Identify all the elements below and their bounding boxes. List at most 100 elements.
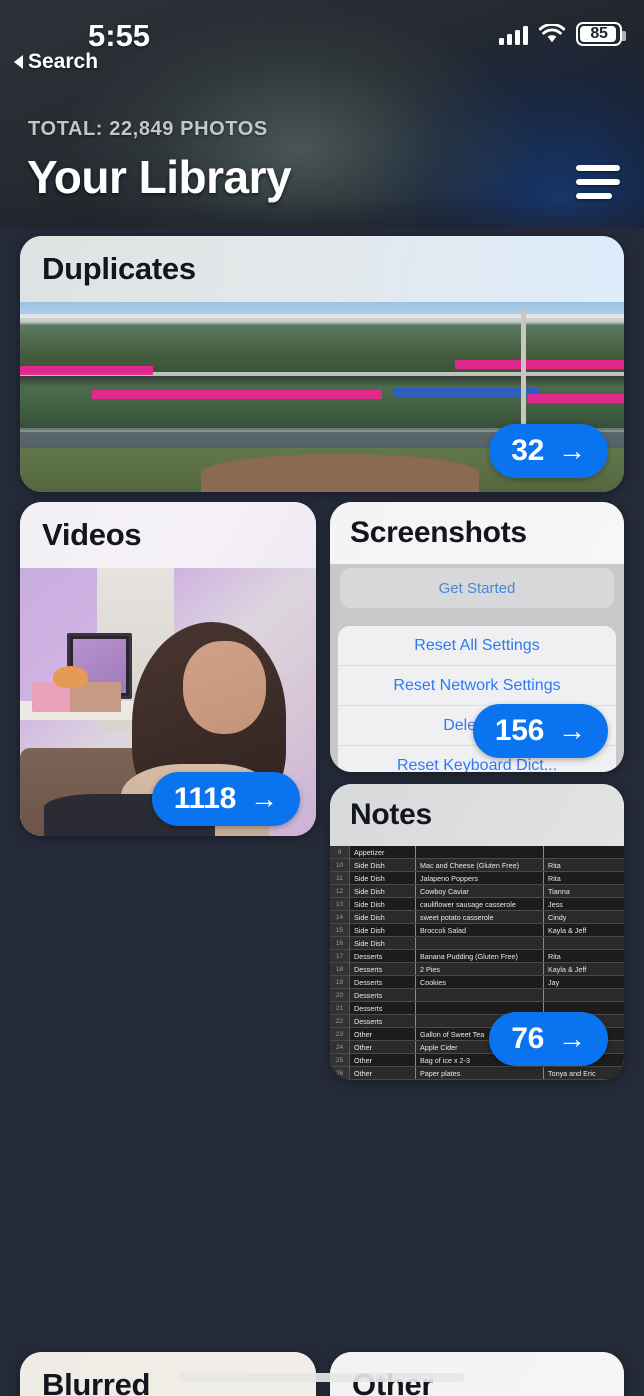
- card-thumbnail-videos: 1118 →: [20, 568, 316, 836]
- notes-cell-a: Side Dish: [350, 898, 416, 910]
- card-badge-duplicates[interactable]: 32 →: [489, 424, 608, 478]
- notes-table-row: 13 Side Dish cauliflower sausage casserole…: [330, 898, 624, 911]
- notes-cell-b: 2 Pies: [416, 963, 544, 975]
- card-badge-videos[interactable]: 1118 →: [151, 772, 300, 826]
- app-screen: 5:55 85 Search TOTAL: 22,849 PHOTOS Your…: [0, 0, 644, 1396]
- card-title-videos: Videos: [20, 502, 316, 568]
- card-badge-screenshots[interactable]: 156 →: [472, 704, 608, 758]
- notes-cell-c: [544, 937, 624, 949]
- card-videos[interactable]: Videos 1118 →: [20, 502, 316, 836]
- notes-cell-b: cauliflower sausage casserole: [416, 898, 544, 910]
- notes-cell-n: 14: [330, 911, 350, 923]
- notes-table-row: 12 Side Dish Cowboy Caviar Tianna: [330, 885, 624, 898]
- notes-cell-c: Tonya and Eric: [548, 1068, 596, 1078]
- card-badge-notes[interactable]: 76 →: [489, 1012, 608, 1066]
- notes-cell-a: Desserts: [350, 989, 416, 1001]
- notes-cell-b: Jalapeno Poppers: [416, 872, 544, 884]
- status-indicators: 85: [499, 22, 626, 46]
- back-to-search-button[interactable]: Search: [14, 50, 98, 74]
- notes-table-row: 11 Side Dish Jalapeno Poppers Rita: [330, 872, 624, 885]
- notes-cell-n: 9: [330, 846, 350, 858]
- arrow-right-icon: →: [558, 1023, 586, 1054]
- notes-cell-n: 11: [330, 872, 350, 884]
- notes-cell-n: 18: [330, 963, 350, 975]
- notes-cell-b: [416, 989, 544, 1001]
- notes-cell-a: Desserts: [350, 950, 416, 962]
- notes-cell-c: [544, 846, 624, 858]
- notes-cell-n: 24: [330, 1041, 350, 1053]
- notes-cell-c: Jess: [548, 899, 563, 909]
- notes-table-row: 20 Desserts: [330, 989, 624, 1002]
- notes-cell-c: Rita: [548, 860, 561, 870]
- hamburger-menu-icon[interactable]: [576, 162, 620, 202]
- screenshot-get-started-row: Get Started: [340, 568, 614, 608]
- notes-table-row: 16 Side Dish: [330, 937, 624, 950]
- notes-cell-n: 15: [330, 924, 350, 936]
- notes-cell-a: Desserts: [350, 1002, 416, 1014]
- notes-table-row: 26 Other Paper plates Tonya and Eric: [330, 1067, 624, 1080]
- notes-cell-a: Side Dish: [350, 872, 416, 884]
- notes-table-row: 15 Side Dish Broccoli Salad Kayla & Jeff: [330, 924, 624, 937]
- cellular-signal-icon: [499, 23, 528, 45]
- notes-cell-b: [416, 846, 544, 858]
- notes-cell-n: 10: [330, 859, 350, 871]
- notes-cell-b: Paper plates: [416, 1067, 544, 1079]
- screenshot-row: Reset Network Settings: [338, 666, 616, 706]
- status-time: 5:55: [88, 18, 151, 53]
- card-count-screenshots: 156: [494, 714, 544, 747]
- notes-cell-c: Tianna: [548, 886, 570, 896]
- notes-cell-a: Other: [350, 1028, 416, 1040]
- notes-cell-b: Cookies: [416, 976, 544, 988]
- notes-cell-n: 22: [330, 1015, 350, 1027]
- wifi-icon: [539, 24, 565, 44]
- notes-cell-a: Side Dish: [350, 911, 416, 923]
- notes-cell-a: Desserts: [350, 976, 416, 988]
- notes-table-row: 10 Side Dish Mac and Cheese (Gluten Free) R…: [330, 859, 624, 872]
- notes-cell-c: Rita: [548, 951, 561, 961]
- card-thumbnail-screenshots: Get Started Reset All Settings Reset Net…: [330, 564, 624, 772]
- notes-table-row: 14 Side Dish sweet potato casserole Cindy: [330, 911, 624, 924]
- notes-cell-b: [416, 937, 544, 949]
- notes-table-row: 17 Desserts Banana Pudding (Gluten Free) Ri…: [330, 950, 624, 963]
- notes-cell-c: Kayla & Jeff: [548, 964, 587, 974]
- notes-cell-n: 16: [330, 937, 350, 949]
- page-title: Your Library: [27, 151, 292, 203]
- notes-cell-a: Other: [350, 1041, 416, 1053]
- card-count-notes: 76: [511, 1022, 544, 1055]
- arrow-right-icon: →: [558, 715, 586, 746]
- back-to-search-label: Search: [28, 50, 99, 73]
- card-screenshots[interactable]: Screenshots Get Started Reset All Settin…: [330, 502, 624, 772]
- notes-cell-n: 21: [330, 1002, 350, 1014]
- notes-cell-a: Side Dish: [350, 859, 416, 871]
- notes-cell-a: Desserts: [350, 963, 416, 975]
- card-duplicates[interactable]: Duplicates 32 →: [20, 236, 624, 492]
- battery-icon: 85: [576, 22, 626, 46]
- notes-cell-n: 19: [330, 976, 350, 988]
- total-photos-label: TOTAL: 22,849 PHOTOS: [28, 118, 268, 140]
- notes-cell-a: Other: [350, 1067, 416, 1079]
- card-thumbnail-notes: 9 Appetizer 10 Side Dish Mac and Cheese (Glu…: [330, 846, 624, 1080]
- notes-cell-n: 26: [330, 1067, 350, 1079]
- notes-cell-b: Broccoli Salad: [416, 924, 544, 936]
- notes-cell-n: 13: [330, 898, 350, 910]
- notes-cell-n: 20: [330, 989, 350, 1001]
- arrow-right-icon: →: [250, 783, 278, 814]
- notes-cell-c: [544, 989, 624, 1001]
- notes-cell-n: 25: [330, 1054, 350, 1066]
- notes-cell-n: 23: [330, 1028, 350, 1040]
- card-notes[interactable]: Notes 9 Appetizer 10 Side Dish Mac and Chees…: [330, 784, 624, 1080]
- card-thumbnail-duplicates: 32 →: [20, 302, 624, 492]
- notes-cell-n: 17: [330, 950, 350, 962]
- card-title-notes: Notes: [330, 784, 624, 846]
- card-title-duplicates: Duplicates: [20, 236, 624, 302]
- card-title-screenshots: Screenshots: [330, 502, 624, 564]
- notes-table-row: 18 Desserts 2 Pies Kayla & Jeff: [330, 963, 624, 976]
- notes-cell-b: Cowboy Caviar: [416, 885, 544, 897]
- screenshot-row: Reset All Settings: [338, 626, 616, 666]
- notes-cell-b: Mac and Cheese (Gluten Free): [416, 859, 544, 871]
- notes-cell-c: Jay: [548, 977, 560, 987]
- notes-cell-a: Appetizer: [350, 846, 416, 858]
- card-count-duplicates: 32: [511, 434, 544, 467]
- arrow-right-icon: →: [558, 435, 586, 466]
- home-indicator: [179, 1373, 465, 1382]
